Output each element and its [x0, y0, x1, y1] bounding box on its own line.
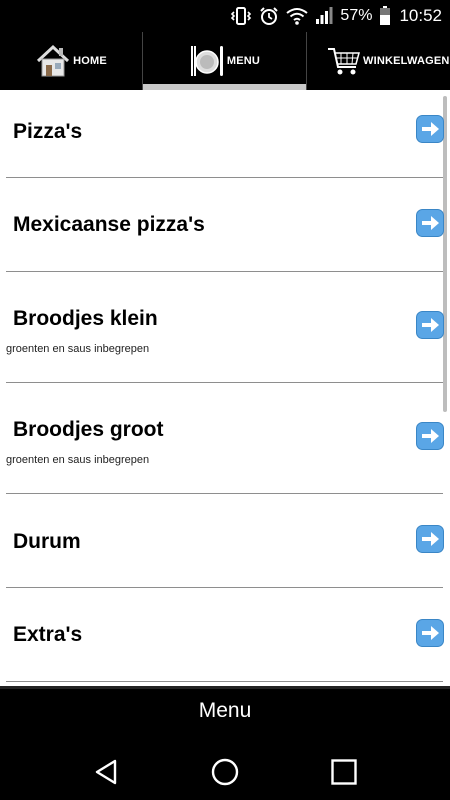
arrow-right-icon[interactable] — [416, 422, 444, 450]
tab-home[interactable]: HOME — [0, 32, 143, 90]
menu-item-title: Durum — [13, 530, 81, 553]
system-nav-bar — [0, 732, 450, 800]
menu-item-extras[interactable]: Extra's — [6, 588, 444, 682]
status-bar: 57% 10:52 — [0, 0, 450, 32]
menu-item-durum[interactable]: Durum — [6, 494, 444, 588]
battery-percent: 57% — [340, 7, 373, 24]
bottom-title-bar: Menu — [0, 686, 450, 732]
menu-item-mexicaanse-pizzas[interactable]: Mexicaanse pizza's — [6, 178, 444, 272]
menu-item-title: Mexicaanse pizza's — [13, 213, 205, 236]
menu-item-title: Extra's — [13, 623, 83, 646]
tab-winkelwagen[interactable]: WINKELWAGEN — [307, 32, 450, 90]
vibrate-icon — [231, 7, 252, 25]
alarm-icon — [260, 7, 279, 25]
arrow-right-icon[interactable] — [416, 311, 444, 339]
menu-item-title: Broodjes klein — [13, 307, 158, 330]
scrollbar[interactable] — [443, 96, 447, 412]
menu-list[interactable]: Pizza's Mexicaanse pizza's Broodjes klei… — [0, 90, 450, 686]
back-icon — [95, 759, 117, 785]
recents-button[interactable] — [324, 752, 364, 792]
tab-winkelwagen-label: WINKELWAGEN — [363, 55, 450, 67]
home-icon — [37, 44, 70, 77]
battery-icon — [380, 6, 391, 25]
arrow-right-icon[interactable] — [416, 525, 444, 553]
top-tab-bar: HOME MENU WINKELWAGEN — [0, 32, 450, 90]
menu-item-subtitle: groenten en saus inbegrepen — [6, 343, 150, 355]
menu-item-broodjes-klein[interactable]: Broodjes klein groenten en saus inbegrep… — [6, 272, 444, 383]
home-circle-icon — [211, 758, 239, 786]
menu-item-title: Broodjes groot — [13, 418, 164, 441]
shopping-cart-icon — [328, 48, 360, 75]
tab-menu[interactable]: MENU — [143, 32, 307, 90]
arrow-right-icon[interactable] — [416, 115, 444, 143]
menu-item-title: Pizza's — [13, 120, 83, 143]
back-button[interactable] — [86, 752, 126, 792]
tab-menu-label: MENU — [226, 55, 261, 67]
arrow-right-icon[interactable] — [416, 209, 444, 237]
menu-item-broodjes-groot[interactable]: Broodjes groot groenten en saus inbegrep… — [6, 383, 444, 494]
tab-home-label: HOME — [73, 55, 107, 67]
arrow-right-icon[interactable] — [416, 619, 444, 647]
menu-item-subtitle: groenten en saus inbegrepen — [6, 454, 150, 466]
home-button[interactable] — [205, 752, 245, 792]
clock: 10:52 — [399, 6, 442, 25]
wifi-icon — [286, 8, 309, 25]
plate-cutlery-icon — [190, 46, 223, 76]
menu-item-pizzas[interactable]: Pizza's — [6, 90, 444, 178]
signal-icon — [316, 7, 333, 24]
recents-icon — [331, 759, 357, 785]
bottom-title: Menu — [198, 698, 252, 722]
